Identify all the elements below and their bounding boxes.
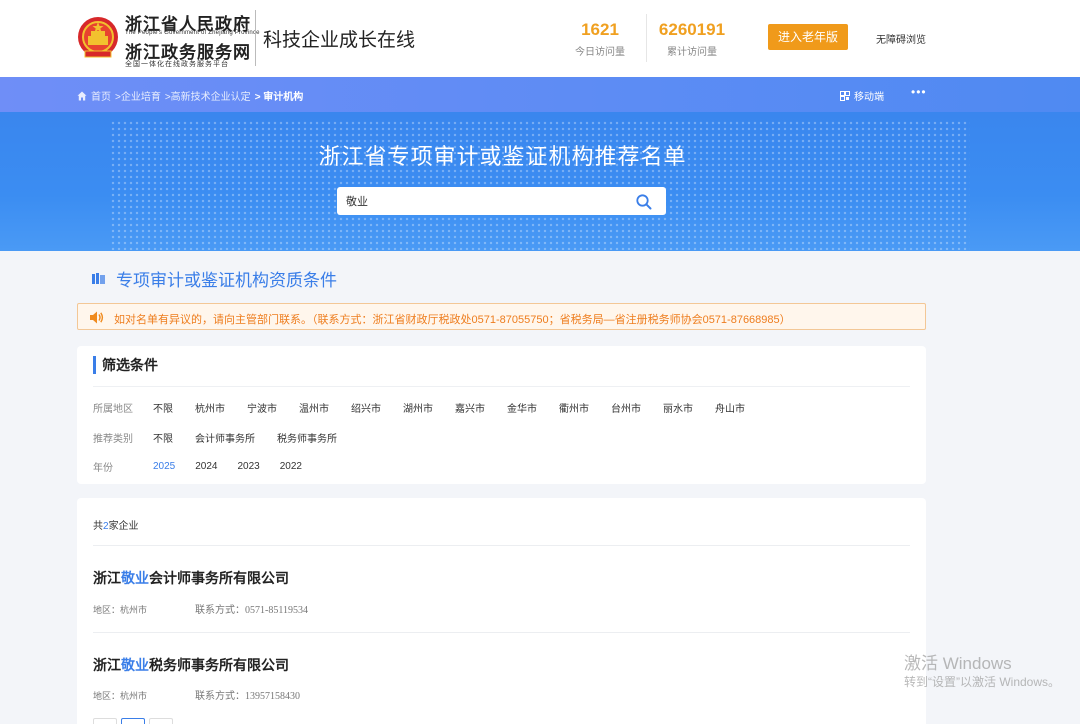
company-meta: 地区：杭州市 联系方式：13957158430 — [93, 687, 300, 702]
breadcrumb-hightech-certification[interactable]: >高新技术企业认定 — [165, 88, 251, 103]
company-contact: 联系方式：13957158430 — [195, 691, 300, 702]
mobile-link[interactable]: 移动端 — [840, 88, 884, 103]
breadcrumb-bar: 首页 >企业培育 >高新技术企业认定 > 审计机构 移动端 ••• — [0, 77, 1080, 112]
filter-label-region: 所属地区 — [93, 404, 133, 415]
stat-value: 6260191 — [658, 20, 726, 39]
company-name-suffix: 会计师事务所有限公司 — [149, 570, 289, 586]
filter-option-region[interactable]: 不限 — [153, 400, 173, 415]
stat-divider — [646, 14, 647, 62]
company-contact: 联系方式：0571-85119534 — [195, 605, 308, 616]
breadcrumb-current: > 审计机构 — [254, 92, 304, 103]
results-panel: 共2家企业 浙江敬业会计师事务所有限公司 地区：杭州市 联系方式：0571-851… — [77, 498, 926, 724]
pagination-prev-button[interactable] — [93, 718, 117, 724]
company-name-prefix: 浙江 — [93, 570, 121, 586]
speaker-icon — [90, 311, 104, 324]
national-emblem-icon — [78, 17, 118, 58]
search-input[interactable] — [337, 187, 632, 215]
filter-option-region[interactable]: 金华市 — [507, 400, 537, 415]
stat-today-visits: 1621 今日访问量 — [560, 20, 640, 58]
home-icon[interactable] — [77, 91, 87, 101]
filter-option-region[interactable]: 衢州市 — [559, 400, 589, 415]
more-menu-icon[interactable]: ••• — [911, 85, 927, 99]
results-divider — [93, 545, 910, 546]
company-meta: 地区：杭州市 联系方式：0571-85119534 — [93, 601, 308, 616]
search-icon[interactable] — [635, 193, 653, 211]
filter-option-region[interactable]: 嘉兴市 — [455, 400, 485, 415]
filter-row-year: 年份 2025 2024 2023 2022 — [93, 459, 322, 474]
filter-option-category[interactable]: 税务师事务所 — [277, 430, 337, 445]
result-count-prefix: 共 — [93, 521, 103, 532]
filter-label-year: 年份 — [93, 463, 113, 474]
filter-option-region[interactable]: 杭州市 — [195, 400, 225, 415]
filter-divider — [93, 386, 910, 387]
filter-row-category: 推荐类别 不限 会计师事务所 税务师事务所 — [93, 430, 359, 445]
result-count: 共2家企业 — [93, 517, 139, 532]
windows-activation-hint: 转到“设置”以激活 Windows。 — [904, 675, 1061, 689]
filter-option-region[interactable]: 绍兴市 — [351, 400, 381, 415]
site-header: 浙江省人民政府 The People's Government of Zheji… — [0, 0, 1080, 77]
site-name[interactable]: 科技企业成长在线 — [263, 25, 415, 52]
service-subtitle: 全国一体化在线政务服务平台 — [125, 61, 229, 68]
filter-option-year[interactable]: 2023 — [238, 461, 260, 472]
filter-option-year[interactable]: 2024 — [195, 461, 217, 472]
filter-option-region[interactable]: 宁波市 — [247, 400, 277, 415]
book-icon — [92, 272, 105, 284]
elder-mode-button[interactable]: 进入老年版 — [768, 24, 848, 50]
results-divider — [93, 632, 910, 633]
filter-panel: 筛选条件 所属地区 不限 杭州市 宁波市 温州市 绍兴市 湖州市 嘉兴市 金华市… — [77, 346, 926, 484]
gov-subtitle: The People's Government of Zhejiang Prov… — [125, 30, 260, 36]
breadcrumb: 首页 >企业培育 >高新技术企业认定 > 审计机构 — [77, 88, 307, 103]
company-region: 地区：杭州市 — [93, 605, 148, 615]
notice-bar: 如对名单有异议的，请向主管部门联系。（联系方式：浙江省财政厅税政处0571-87… — [77, 303, 926, 330]
stat-total-visits: 6260191 累计访问量 — [652, 20, 732, 58]
company-name[interactable]: 浙江敬业税务师事务所有限公司 — [93, 655, 289, 675]
filter-option-region[interactable]: 丽水市 — [663, 400, 693, 415]
header-divider — [255, 10, 256, 66]
qualification-title: 专项审计或鉴证机构资质条件 — [116, 271, 337, 290]
filter-option-region[interactable]: 舟山市 — [715, 400, 745, 415]
mobile-label: 移动端 — [854, 92, 884, 103]
filter-option-category[interactable]: 不限 — [153, 430, 173, 445]
company-region: 地区：杭州市 — [93, 691, 148, 701]
stat-label: 累计访问量 — [667, 47, 717, 58]
page-title: 浙江省专项审计或鉴证机构推荐名单 — [318, 144, 687, 169]
filter-option-region[interactable]: 台州市 — [611, 400, 641, 415]
filter-row-region: 所属地区 不限 杭州市 宁波市 温州市 绍兴市 湖州市 嘉兴市 金华市 衢州市 … — [93, 400, 767, 415]
mobile-qr-icon — [840, 90, 850, 101]
breadcrumb-enterprise-cultivation[interactable]: >企业培育 — [115, 88, 161, 103]
stat-value: 1621 — [581, 20, 619, 39]
pagination-current-page[interactable] — [121, 718, 145, 724]
filter-label-category: 推荐类别 — [93, 434, 133, 445]
notice-text: 如对名单有异议的，请向主管部门联系。（联系方式：浙江省财政厅税政处0571-87… — [114, 314, 791, 326]
filter-title: 筛选条件 — [93, 356, 158, 374]
company-name-keyword: 敬业 — [121, 570, 149, 586]
filter-option-year[interactable]: 2025 — [153, 461, 175, 472]
filter-option-year[interactable]: 2022 — [280, 461, 302, 472]
filter-option-region[interactable]: 湖州市 — [403, 400, 433, 415]
pagination-next-button[interactable] — [149, 718, 173, 724]
windows-activation-watermark: 激活 Windows — [904, 654, 1012, 673]
company-name[interactable]: 浙江敬业会计师事务所有限公司 — [93, 568, 289, 588]
filter-option-category[interactable]: 会计师事务所 — [195, 430, 255, 445]
accessibility-link[interactable]: 无障碍浏览 — [876, 31, 926, 46]
company-name-keyword: 敬业 — [121, 657, 149, 673]
breadcrumb-home[interactable]: 首页 — [91, 88, 111, 103]
search-banner: 浙江省专项审计或鉴证机构推荐名单 — [0, 112, 1080, 251]
stat-label: 今日访问量 — [575, 47, 625, 58]
qualification-link[interactable]: 专项审计或鉴证机构资质条件 — [92, 266, 337, 291]
result-count-suffix: 家企业 — [108, 521, 139, 532]
search-box — [337, 187, 666, 215]
company-name-prefix: 浙江 — [93, 657, 121, 673]
filter-option-region[interactable]: 温州市 — [299, 400, 329, 415]
company-name-suffix: 税务师事务所有限公司 — [149, 657, 289, 673]
